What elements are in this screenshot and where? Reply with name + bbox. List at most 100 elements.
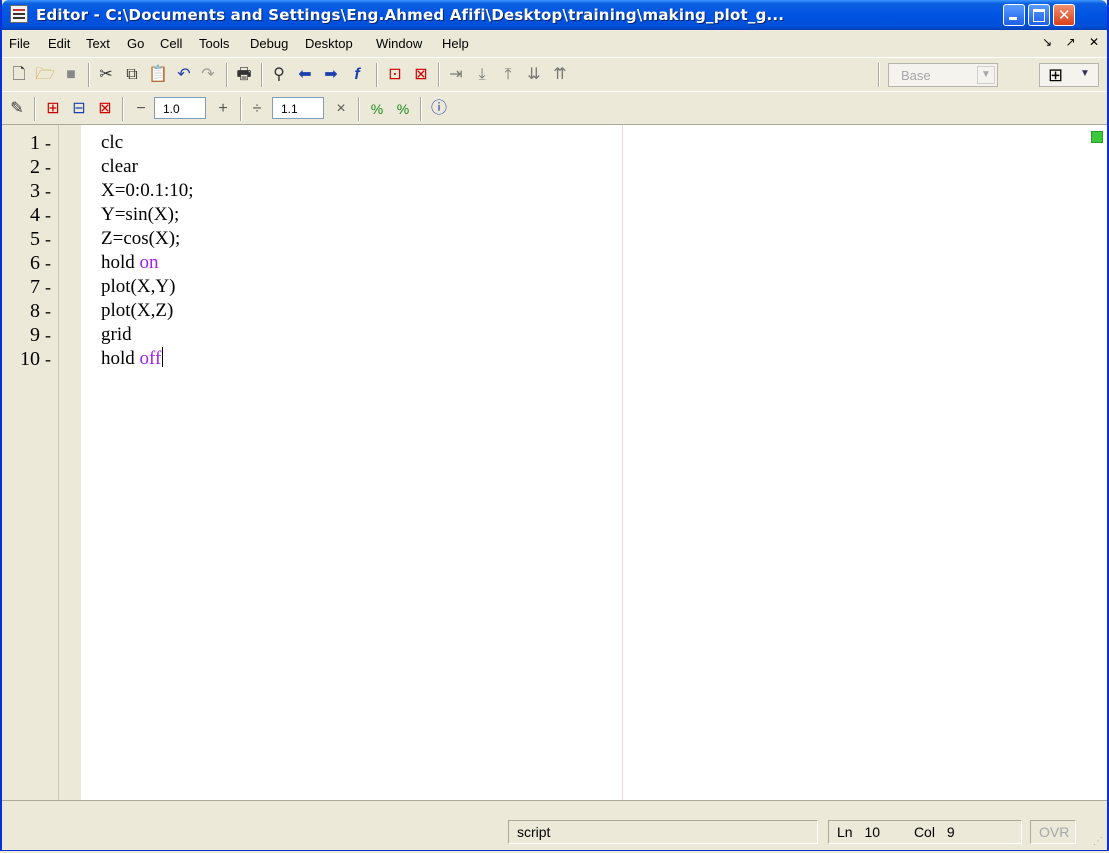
code-text: plot(X,Y) — [101, 276, 176, 297]
code-analyzer-indicator[interactable] — [1091, 131, 1103, 143]
menu-cell[interactable]: Cell — [160, 36, 182, 51]
menu-debug[interactable]: Debug — [250, 36, 288, 51]
cell-mode-icon[interactable]: ✎ — [6, 98, 28, 120]
undo-icon[interactable]: ↶ — [173, 64, 195, 86]
menu-edit[interactable]: Edit — [48, 36, 70, 51]
set-breakpoint-icon[interactable]: ⊡ — [384, 64, 406, 86]
toolbar-separator — [420, 97, 422, 121]
code-text: clear — [101, 156, 138, 177]
new-file-icon[interactable]: 🗋 — [8, 64, 30, 86]
toolbar-separator — [122, 97, 124, 121]
line-number: 10 — [20, 348, 40, 370]
breakpoint-marker[interactable]: - — [45, 347, 51, 371]
chevron-down-icon: ▼ — [977, 66, 995, 84]
divide-value-input[interactable]: 1.1 — [272, 97, 324, 119]
menu-window[interactable]: Window — [376, 36, 422, 51]
menu-file[interactable]: File — [9, 36, 30, 51]
open-file-icon[interactable]: 🗁 — [34, 64, 56, 86]
clear-breakpoint-icon[interactable]: ⊠ — [410, 64, 432, 86]
paste-icon[interactable]: 📋 — [147, 64, 169, 86]
step-icon[interactable]: ⇥ — [445, 64, 467, 86]
line-number: 8 — [30, 300, 40, 322]
breakpoint-marker[interactable]: - — [45, 227, 51, 251]
close-button[interactable] — [1053, 4, 1075, 26]
breakpoint-marker[interactable]: - — [45, 203, 51, 227]
multiply-button[interactable]: × — [330, 98, 352, 120]
menu-desktop[interactable]: Desktop — [305, 36, 353, 51]
breakpoint-marker[interactable]: - — [45, 131, 51, 155]
keyword-text: off — [139, 348, 162, 369]
close-document-icon[interactable]: ✕ — [1089, 35, 1099, 49]
exit-debug-icon[interactable]: ⇈ — [549, 64, 571, 86]
decrement-button[interactable]: − — [130, 98, 152, 120]
window-title: Editor - C:\Documents and Settings\Eng.A… — [36, 6, 785, 24]
function-icon[interactable]: f — [346, 64, 368, 86]
line-label: Ln — [837, 824, 853, 840]
stack-select[interactable]: Base ▼ — [888, 63, 998, 87]
line-number: 2 — [30, 156, 40, 178]
eval-cell-icon[interactable]: ⊟ — [68, 98, 90, 120]
step-in-icon[interactable]: ⤓ — [471, 64, 493, 86]
info-icon[interactable]: ⓘ — [428, 98, 450, 120]
menu-tools[interactable]: Tools — [199, 36, 229, 51]
toolbar-separator — [358, 97, 360, 121]
print-icon[interactable]: 🖶 — [233, 64, 255, 86]
breakpoint-marker[interactable]: - — [45, 251, 51, 275]
breakpoint-marker[interactable]: - — [45, 323, 51, 347]
breakpoint-marker[interactable]: - — [45, 155, 51, 179]
continue-icon[interactable]: ⇊ — [523, 64, 545, 86]
undock-icon[interactable]: ↗ — [1066, 35, 1076, 49]
line-number: 1 — [30, 132, 40, 154]
toolbar-separator — [240, 97, 242, 121]
layout-button[interactable]: ⊞ ▼ — [1039, 63, 1099, 87]
line-number: 4 — [30, 204, 40, 226]
stack-select-value: Base — [901, 68, 931, 83]
title-bar[interactable]: Editor - C:\Documents and Settings\Eng.A… — [2, 0, 1107, 30]
menu-bar: File Edit Text Go Cell Tools Debug Deskt… — [2, 30, 1107, 56]
step-out-icon[interactable]: ⤒ — [497, 64, 519, 86]
editor-window: Editor - C:\Documents and Settings\Eng.A… — [0, 0, 1109, 851]
keyword-text: on — [139, 252, 159, 273]
decrement-value-input[interactable]: 1.0 — [154, 97, 206, 119]
redo-icon[interactable]: ↷ — [197, 64, 219, 86]
breakpoint-marker[interactable]: - — [45, 299, 51, 323]
minimize-button[interactable] — [1003, 4, 1025, 26]
toolbar-separator — [438, 63, 440, 87]
right-margin-line — [622, 125, 623, 800]
menu-text[interactable]: Text — [86, 36, 110, 51]
chevron-down-icon: ▼ — [1080, 68, 1090, 79]
insert-cell-icon[interactable]: ⊞ — [42, 98, 64, 120]
percent-decrease-icon[interactable]: % — [392, 98, 414, 120]
code-editor[interactable]: 1- clc 2- clear 3- X=0:0.1:10; 4- Y=sin(X); … — [2, 124, 1107, 800]
eval-advance-icon[interactable]: ⊠ — [94, 98, 116, 120]
col-value: 9 — [946, 824, 955, 840]
toolbar-separator — [376, 63, 378, 87]
col-label: Col — [913, 824, 935, 840]
increment-button[interactable]: + — [212, 98, 234, 120]
editor-app-icon — [10, 5, 28, 23]
menu-help[interactable]: Help — [442, 36, 469, 51]
save-icon[interactable]: ■ — [60, 64, 82, 86]
back-icon[interactable]: ⬅ — [294, 64, 316, 86]
copy-icon[interactable]: ⧉ — [121, 64, 143, 86]
resize-grip-icon[interactable]: ⋰ — [1093, 836, 1105, 848]
percent-increase-icon[interactable]: % — [366, 98, 388, 120]
dock-icon[interactable]: ↘ — [1042, 35, 1052, 49]
cursor-position-status: Ln 10 Col 9 — [828, 820, 1022, 844]
menu-go[interactable]: Go — [127, 36, 144, 51]
breakpoint-marker[interactable]: - — [45, 179, 51, 203]
maximize-button[interactable] — [1028, 4, 1050, 26]
line-number: 7 — [30, 276, 40, 298]
toolbar-separator — [226, 63, 228, 87]
breakpoint-column[interactable] — [58, 125, 81, 800]
forward-icon[interactable]: ➡ — [320, 64, 342, 86]
divide-button[interactable]: ÷ — [246, 98, 268, 120]
code-text: hold off — [101, 347, 164, 369]
overwrite-status: OVR — [1030, 820, 1076, 844]
breakpoint-marker[interactable]: - — [45, 275, 51, 299]
cut-icon[interactable]: ✂ — [95, 64, 117, 86]
cell-toolbar: ✎ ⊞ ⊟ ⊠ − 1.0 + ÷ 1.1 × % % ⓘ — [2, 91, 1107, 125]
find-icon[interactable]: ⚲ — [268, 64, 290, 86]
grid-layout-icon: ⊞ — [1048, 65, 1064, 85]
toolbar-separator — [34, 97, 36, 121]
